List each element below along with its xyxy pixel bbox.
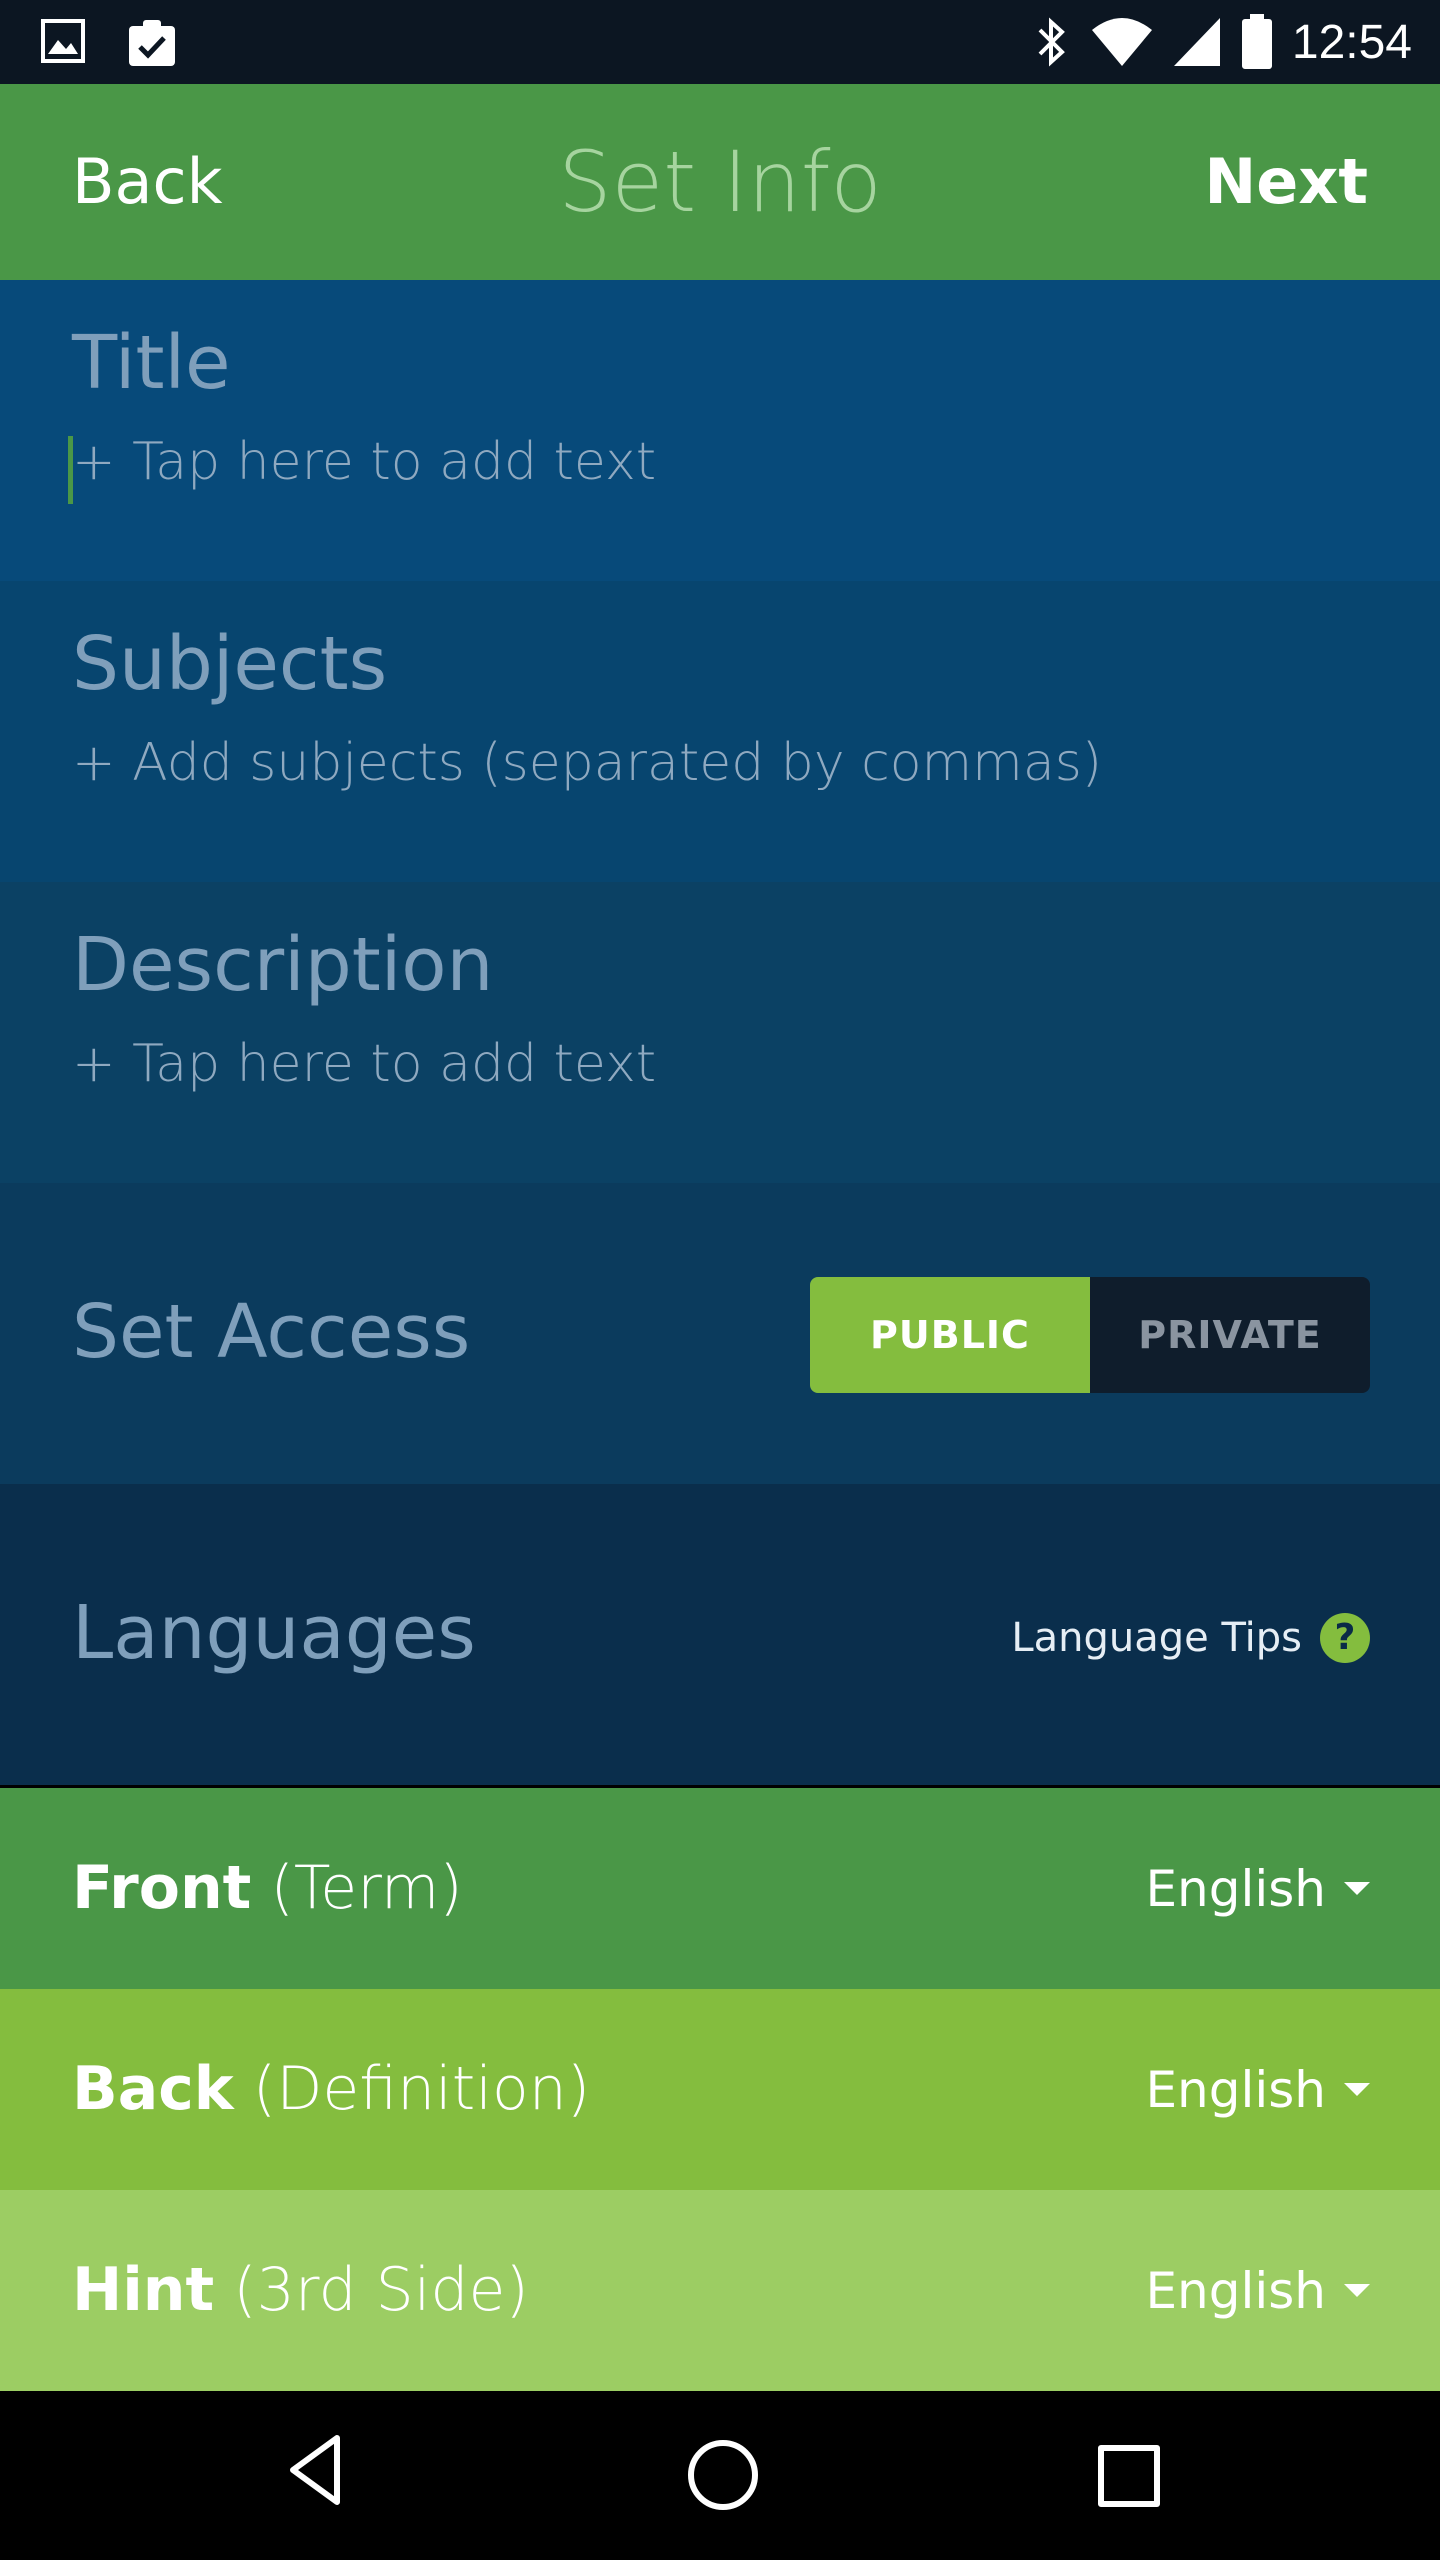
front-language-row[interactable]: Front (Term) English [0, 1788, 1440, 1989]
nav-back-icon[interactable] [285, 2432, 345, 2508]
private-option[interactable]: PRIVATE [1090, 1277, 1370, 1393]
front-language-dropdown[interactable]: English [1145, 1788, 1370, 1989]
text-cursor [68, 436, 73, 504]
set-access-label: Set Access [72, 1289, 471, 1375]
next-button[interactable]: Next [1204, 84, 1368, 280]
title-label: Title [72, 320, 231, 406]
status-bar: 12:54 [0, 0, 1440, 84]
nav-home-icon[interactable] [688, 2440, 758, 2510]
back-language-value: English [1145, 2060, 1326, 2119]
description-input[interactable]: + Tap here to add text [72, 1034, 656, 1094]
hint-language-dropdown[interactable]: English [1145, 2190, 1370, 2391]
subjects-input[interactable]: + Add subjects (separated by commas) [72, 733, 1102, 793]
title-input[interactable]: + Tap here to add text [72, 432, 656, 492]
language-tips-link[interactable]: Language Tips ? [1011, 1610, 1370, 1666]
description-field[interactable]: Description + Tap here to add text [0, 882, 1440, 1183]
subjects-label: Subjects [72, 621, 388, 707]
clock: 12:54 [1291, 15, 1412, 69]
chevron-down-icon [1344, 2083, 1370, 2096]
hint-language-value: English [1145, 2261, 1326, 2320]
help-icon: ? [1320, 1613, 1370, 1663]
clipboard-check-icon [129, 20, 175, 66]
subjects-field[interactable]: Subjects + Add subjects (separated by co… [0, 581, 1440, 882]
back-language-row[interactable]: Back (Definition) English [0, 1989, 1440, 2190]
chevron-down-icon [1344, 1882, 1370, 1895]
front-side-label: Front (Term) [72, 1853, 463, 1923]
bluetooth-icon [1038, 17, 1065, 67]
description-label: Description [72, 922, 494, 1008]
back-language-dropdown[interactable]: English [1145, 1989, 1370, 2190]
language-tips-label: Language Tips [1011, 1615, 1302, 1661]
app-bar: Back Set Info Next [0, 84, 1440, 280]
back-side-label: Back (Definition) [72, 2054, 591, 2124]
front-language-value: English [1145, 1859, 1326, 1918]
languages-label: Languages [72, 1590, 476, 1676]
title-field[interactable]: Title + Tap here to add text [0, 280, 1440, 581]
wifi-icon [1091, 18, 1152, 66]
image-icon [41, 19, 85, 63]
system-nav-bar [0, 2392, 1440, 2560]
hint-side-label: Hint (3rd Side) [72, 2255, 529, 2325]
hint-language-row[interactable]: Hint (3rd Side) English [0, 2190, 1440, 2391]
battery-icon [1241, 14, 1272, 69]
chevron-down-icon [1344, 2284, 1370, 2297]
public-option[interactable]: PUBLIC [810, 1277, 1090, 1393]
access-toggle[interactable]: PUBLIC PRIVATE [810, 1277, 1370, 1393]
signal-icon [1173, 18, 1220, 66]
nav-recents-icon[interactable] [1098, 2445, 1160, 2507]
